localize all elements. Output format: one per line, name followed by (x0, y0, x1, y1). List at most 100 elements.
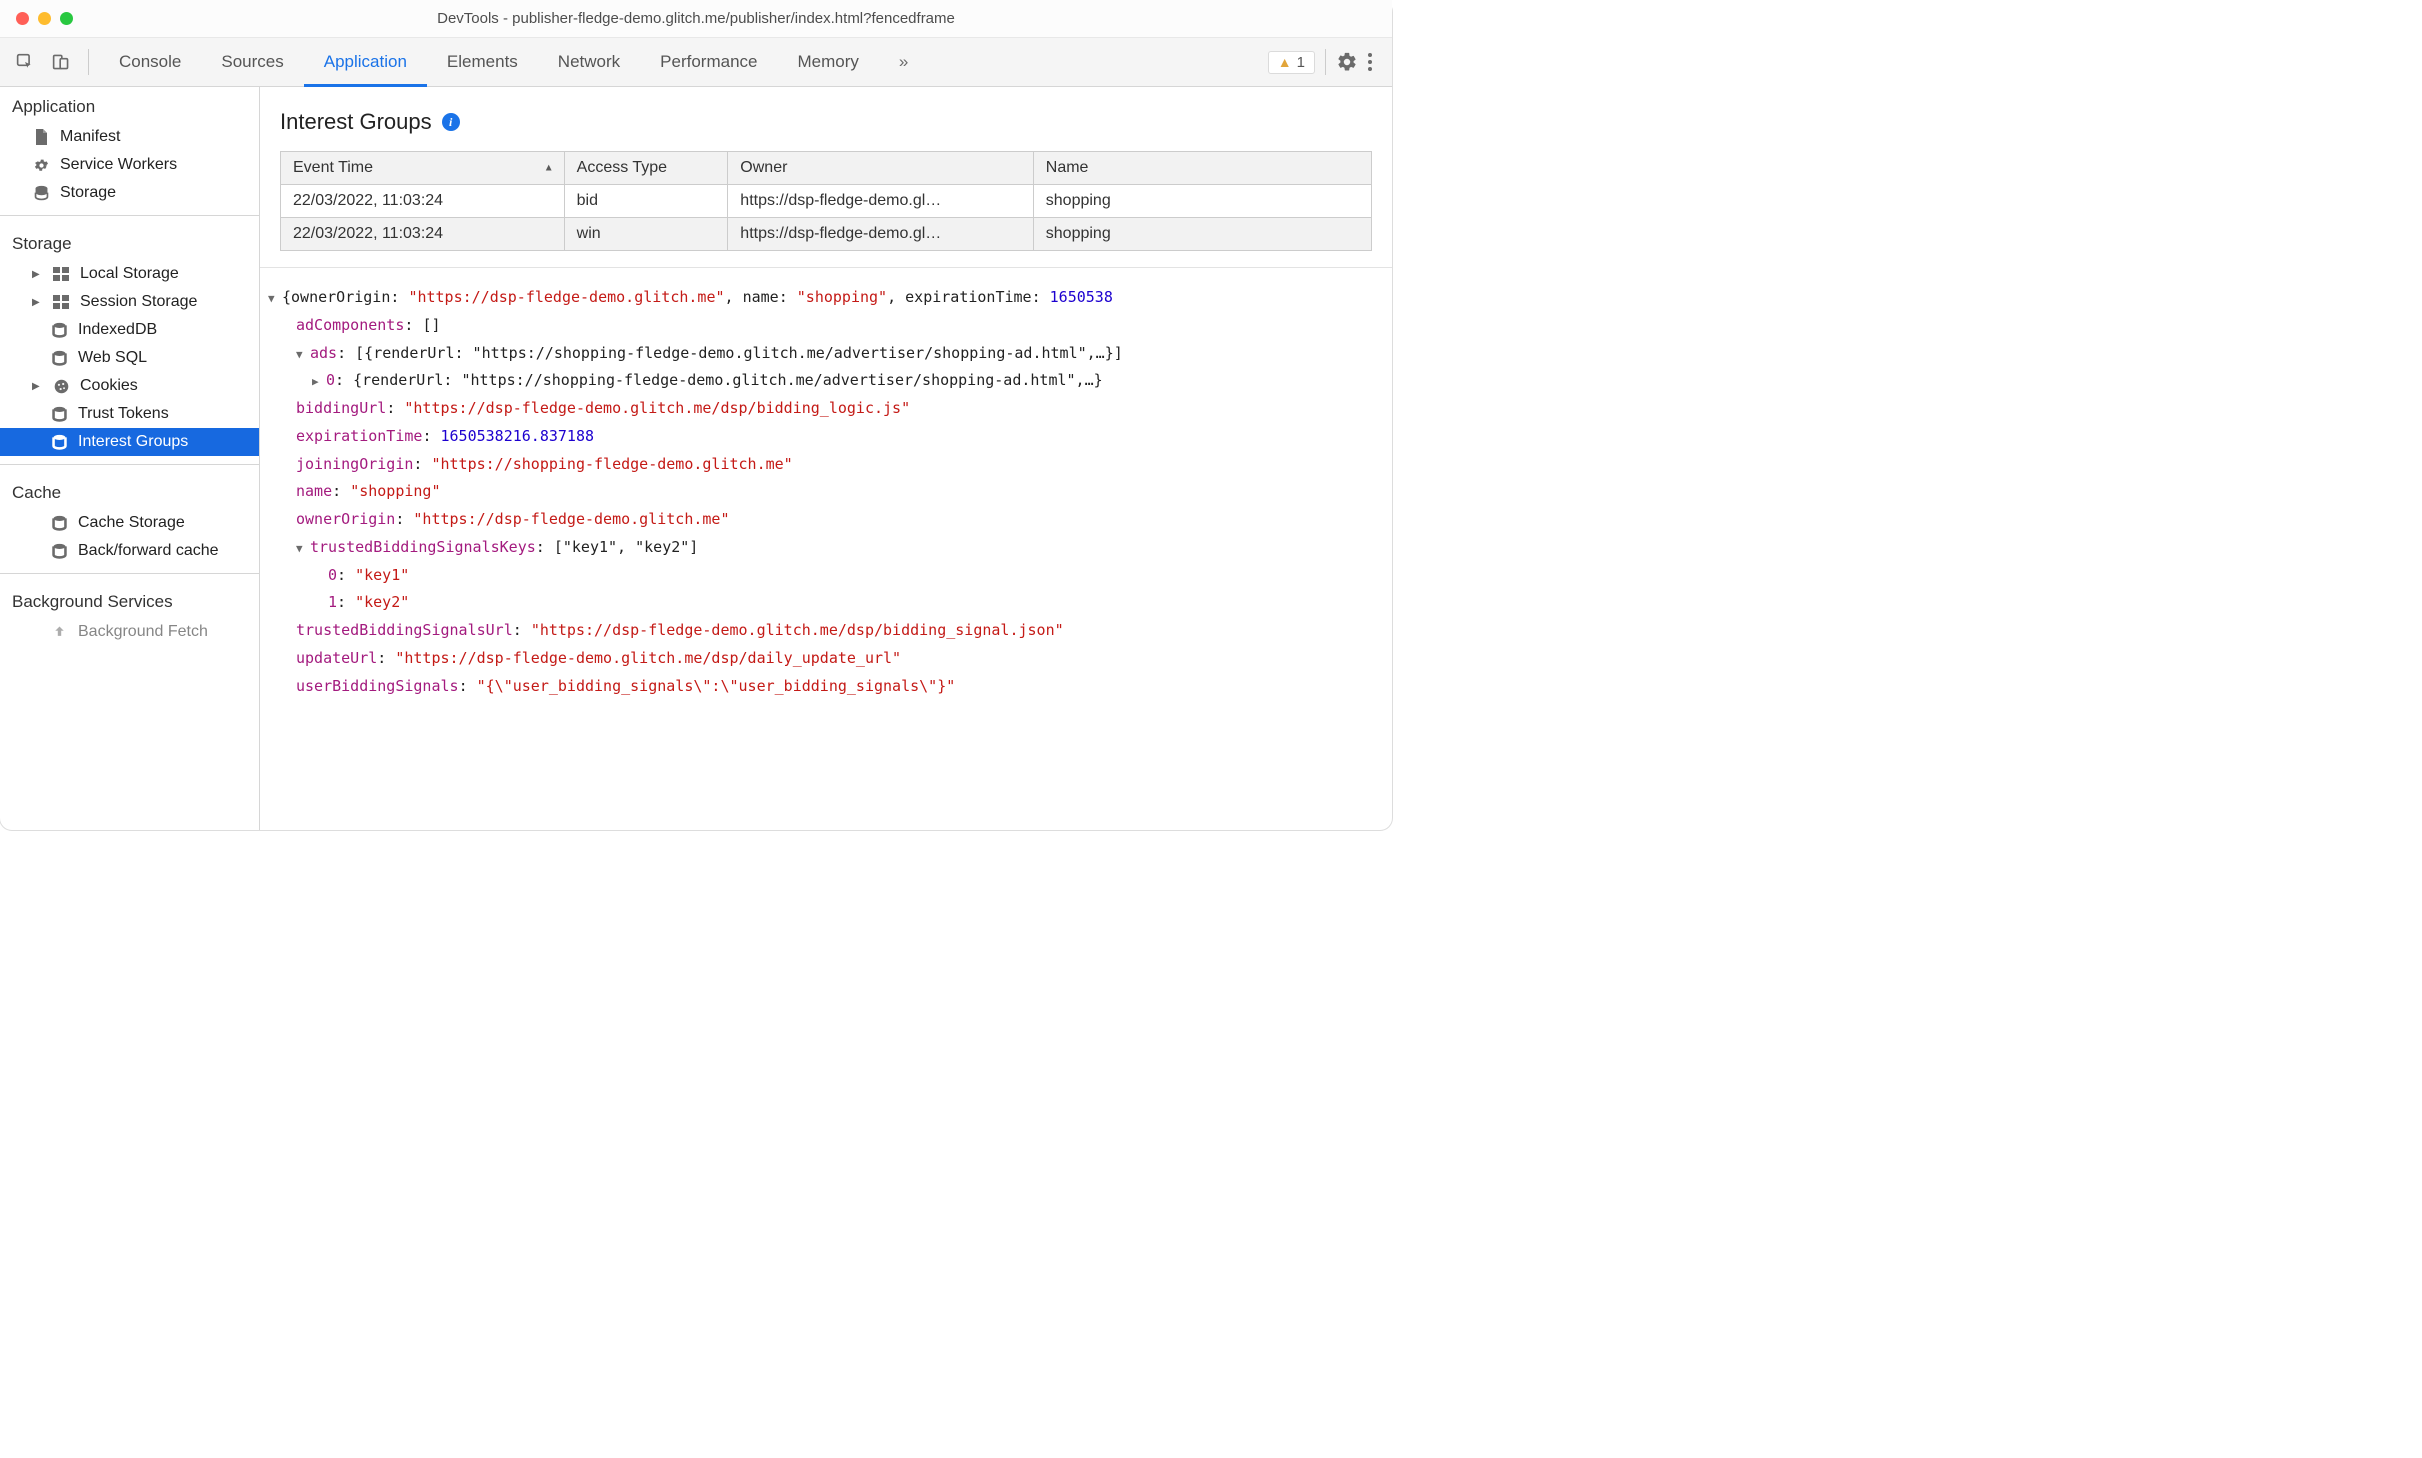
sidebar-item-bfcache[interactable]: Back/forward cache (0, 537, 259, 565)
tree-prop-biddingurl[interactable]: biddingUrl: "https://dsp-fledge-demo.gli… (268, 395, 1384, 423)
col-access-type[interactable]: Access Type (564, 152, 728, 185)
section-storage: Storage (0, 224, 259, 260)
warning-icon: ▲ (1278, 54, 1292, 70)
sidebar-item-trust-tokens[interactable]: Trust Tokens (0, 400, 259, 428)
tree-summary[interactable]: ▼{ownerOrigin: "https://dsp-fledge-demo.… (268, 284, 1384, 312)
col-event-time[interactable]: Event Time▲ (281, 152, 565, 185)
info-icon[interactable]: i (442, 113, 460, 131)
window-titlebar: DevTools - publisher-fledge-demo.glitch.… (0, 0, 1392, 38)
close-window-button[interactable] (16, 12, 29, 25)
disclosure-open-icon[interactable]: ▼ (268, 289, 282, 309)
sidebar-item-cache-storage[interactable]: Cache Storage (0, 509, 259, 537)
inspect-element-icon[interactable] (16, 53, 34, 71)
cell-owner: https://dsp-fledge-demo.gl… (728, 185, 1033, 218)
sidebar-item-session-storage[interactable]: ▶ Session Storage (0, 288, 259, 316)
minimize-window-button[interactable] (38, 12, 51, 25)
tab-elements[interactable]: Elements (427, 38, 538, 87)
database-icon (50, 349, 68, 367)
device-toolbar-icon[interactable] (52, 53, 70, 71)
tab-memory[interactable]: Memory (777, 38, 878, 87)
application-sidebar: Application Manifest Service Workers Sto… (0, 87, 260, 830)
issues-badge[interactable]: ▲ 1 (1268, 51, 1315, 74)
section-background-services: Background Services (0, 582, 259, 618)
database-icon (50, 433, 68, 451)
cell-time: 22/03/2022, 11:03:24 (281, 185, 565, 218)
cell-owner: https://dsp-fledge-demo.gl… (728, 218, 1033, 251)
more-options-icon[interactable] (1358, 53, 1382, 71)
tree-prop-joiningorigin[interactable]: joiningOrigin: "https://shopping-fledge-… (268, 451, 1384, 479)
section-application: Application (0, 87, 259, 123)
sidebar-item-interest-groups[interactable]: Interest Groups (0, 428, 259, 456)
tree-prop-ads-0[interactable]: ▶0: {renderUrl: "https://shopping-fledge… (268, 367, 1384, 395)
col-owner[interactable]: Owner (728, 152, 1033, 185)
sidebar-item-label: Local Storage (80, 265, 179, 283)
tree-prop-expirationtime[interactable]: expirationTime: 1650538216.837188 (268, 423, 1384, 451)
maximize-window-button[interactable] (60, 12, 73, 25)
expand-icon[interactable]: ▶ (32, 381, 42, 392)
table-row[interactable]: 22/03/2022, 11:03:24 win https://dsp-fle… (281, 218, 1372, 251)
settings-icon[interactable] (1336, 51, 1358, 73)
sidebar-item-label: IndexedDB (78, 321, 157, 339)
sidebar-item-label: Service Workers (60, 156, 177, 174)
events-table: Event Time▲ Access Type Owner Name 22/03… (280, 151, 1372, 251)
table-icon (52, 293, 70, 311)
toolbar-divider (1325, 49, 1326, 75)
cell-name: shopping (1033, 185, 1371, 218)
tree-prop-ownerorigin[interactable]: ownerOrigin: "https://dsp-fledge-demo.gl… (268, 506, 1384, 534)
col-name[interactable]: Name (1033, 152, 1371, 185)
disclosure-closed-icon[interactable]: ▶ (312, 372, 326, 392)
sidebar-item-label: Web SQL (78, 349, 147, 367)
gear-icon (32, 156, 50, 174)
tree-prop-tbsk-1[interactable]: 1: "key2" (268, 589, 1384, 617)
sidebar-item-web-sql[interactable]: Web SQL (0, 344, 259, 372)
tab-performance[interactable]: Performance (640, 38, 777, 87)
sidebar-item-label: Cache Storage (78, 514, 185, 532)
sidebar-item-manifest[interactable]: Manifest (0, 123, 259, 151)
tab-application[interactable]: Application (304, 38, 427, 87)
sidebar-item-local-storage[interactable]: ▶ Local Storage (0, 260, 259, 288)
sidebar-item-storage[interactable]: Storage (0, 179, 259, 207)
table-icon (52, 265, 70, 283)
sidebar-item-cookies[interactable]: ▶ Cookies (0, 372, 259, 400)
traffic-lights (0, 12, 73, 25)
expand-icon[interactable]: ▶ (32, 269, 42, 280)
tree-prop-name[interactable]: name: "shopping" (268, 478, 1384, 506)
expand-icon[interactable]: ▶ (32, 297, 42, 308)
tab-network[interactable]: Network (538, 38, 640, 87)
cell-time: 22/03/2022, 11:03:24 (281, 218, 565, 251)
tree-prop-tbsk-0[interactable]: 0: "key1" (268, 562, 1384, 590)
tree-prop-adcomponents[interactable]: adComponents: [] (268, 312, 1384, 340)
cell-name: shopping (1033, 218, 1371, 251)
tab-console[interactable]: Console (99, 38, 201, 87)
panel-title-text: Interest Groups (280, 109, 432, 135)
tab-sources[interactable]: Sources (201, 38, 303, 87)
sidebar-item-label: Back/forward cache (78, 542, 219, 560)
tree-prop-tbsu[interactable]: trustedBiddingSignalsUrl: "https://dsp-f… (268, 617, 1384, 645)
tree-prop-tbsk[interactable]: ▼trustedBiddingSignalsKeys: ["key1", "ke… (268, 534, 1384, 562)
database-icon (32, 184, 50, 202)
section-cache: Cache (0, 473, 259, 509)
sidebar-item-label: Cookies (80, 377, 138, 395)
sidebar-item-label: Trust Tokens (78, 405, 169, 423)
sidebar-item-background-fetch[interactable]: Background Fetch (0, 618, 259, 646)
tree-prop-updateurl[interactable]: updateUrl: "https://dsp-fledge-demo.glit… (268, 645, 1384, 673)
document-icon (32, 128, 50, 146)
database-icon (50, 321, 68, 339)
object-inspector: ▼{ownerOrigin: "https://dsp-fledge-demo.… (260, 267, 1392, 830)
table-row[interactable]: 22/03/2022, 11:03:24 bid https://dsp-fle… (281, 185, 1372, 218)
sidebar-item-label: Storage (60, 184, 116, 202)
disclosure-open-icon[interactable]: ▼ (296, 345, 310, 365)
window-title: DevTools - publisher-fledge-demo.glitch.… (0, 10, 1392, 27)
tree-prop-ads[interactable]: ▼ads: [{renderUrl: "https://shopping-fle… (268, 340, 1384, 368)
tree-prop-userbiddingsignals[interactable]: userBiddingSignals: "{\"user_bidding_sig… (268, 673, 1384, 701)
cell-type: bid (564, 185, 728, 218)
main-panel: Interest Groups i Event Time▲ Access Typ… (260, 87, 1392, 830)
tabs-overflow-button[interactable]: » (879, 38, 928, 87)
sidebar-item-indexeddb[interactable]: IndexedDB (0, 316, 259, 344)
toolbar-divider (88, 49, 89, 75)
sidebar-item-label: Session Storage (80, 293, 197, 311)
disclosure-open-icon[interactable]: ▼ (296, 539, 310, 559)
sidebar-item-label: Background Fetch (78, 623, 208, 641)
sidebar-item-service-workers[interactable]: Service Workers (0, 151, 259, 179)
sidebar-item-label: Interest Groups (78, 433, 188, 451)
